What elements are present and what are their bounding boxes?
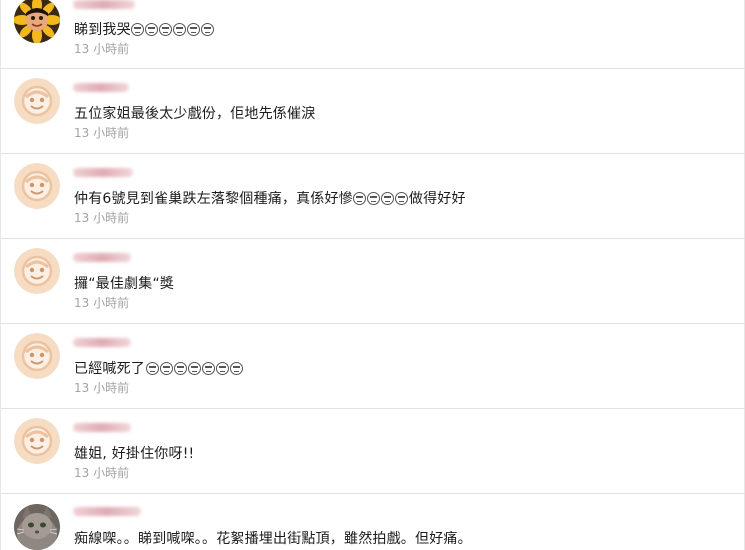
commenter-name-redacted[interactable] (73, 253, 131, 262)
crying-face-icon (131, 23, 145, 36)
sunflower-photo-icon[interactable] (14, 0, 60, 43)
crying-face-icon (159, 362, 173, 375)
comment-item: 五位家姐最後太少戲份，佢地先係催淚 13 小時前 (1, 69, 745, 154)
commenter-name-redacted[interactable] (73, 423, 131, 432)
default-face-icon[interactable] (14, 418, 60, 464)
crying-face-icon (159, 23, 173, 36)
default-face-icon[interactable] (14, 163, 60, 209)
crying-face-icon (173, 23, 187, 36)
comment-item: 攞“最佳劇集“獎 13 小時前 (1, 239, 745, 324)
crying-face-icon (201, 362, 215, 375)
comment-timestamp[interactable]: 13 小時前 (74, 464, 129, 481)
crying-face-icon (201, 23, 215, 36)
comment-timestamp[interactable]: 13 小時前 (74, 379, 129, 396)
comment-text: 痴線㗎。。睇到喊㗎。。花絮播埋出街點頂，雖然拍戲。但好痛。 (74, 531, 472, 547)
crying-face-icon (395, 192, 409, 205)
cat-photo-icon[interactable] (14, 504, 60, 550)
crying-face-icon (229, 362, 243, 375)
commenter-name-redacted[interactable] (73, 168, 133, 177)
comment-item: 睇到我哭 13 小時前 (1, 0, 745, 69)
comment-item: 仲有6號見到雀巢跌左落黎個種痛，真係好慘 做得好好 13 小時前 (1, 154, 745, 239)
comment-text: 已經喊死了 (74, 358, 243, 378)
crying-face-icon (353, 192, 367, 205)
emoji-row (353, 191, 409, 207)
emoji-row (145, 361, 243, 377)
crying-face-icon (187, 362, 201, 375)
crying-face-icon (381, 192, 395, 205)
comment-text: 仲有6號見到雀巢跌左落黎個種痛，真係好慘 做得好好 (74, 191, 466, 207)
comment-item: 痴線㗎。。睇到喊㗎。。花絮播埋出街點頂，雖然拍戲。但好痛。 (1, 494, 745, 550)
crying-face-icon (215, 362, 229, 375)
crying-face-icon (173, 362, 187, 375)
comment-feed: 睇到我哭 13 小時前 五位家姐最後太少戲份，佢地先係催淚 13 小時前 仲有6… (0, 0, 745, 550)
comment-timestamp[interactable]: 13 小時前 (74, 209, 129, 226)
crying-face-icon (145, 362, 159, 375)
comment-item: 已經喊死了 13 小時前 (1, 324, 745, 409)
commenter-name-redacted[interactable] (73, 338, 131, 347)
comment-timestamp[interactable]: 13 小時前 (74, 294, 129, 311)
emoji-row (131, 22, 215, 38)
crying-face-icon (145, 23, 159, 36)
crying-face-icon (367, 192, 381, 205)
default-face-icon[interactable] (14, 248, 60, 294)
comment-text: 雄姐, 好掛住你呀!! (74, 446, 195, 462)
comment-text: 五位家姐最後太少戲份，佢地先係催淚 (74, 106, 316, 122)
comment-timestamp[interactable]: 13 小時前 (74, 124, 129, 141)
commenter-name-redacted[interactable] (73, 83, 129, 92)
commenter-name-redacted[interactable] (73, 507, 141, 516)
commenter-name-redacted[interactable] (73, 0, 135, 9)
default-face-icon[interactable] (14, 333, 60, 379)
default-face-icon[interactable] (14, 78, 60, 124)
comment-text: 攞“最佳劇集“獎 (74, 276, 175, 292)
comment-text: 睇到我哭 (74, 19, 215, 39)
comment-item: 雄姐, 好掛住你呀!! 13 小時前 (1, 409, 745, 494)
comment-timestamp[interactable]: 13 小時前 (74, 40, 129, 57)
crying-face-icon (187, 23, 201, 36)
